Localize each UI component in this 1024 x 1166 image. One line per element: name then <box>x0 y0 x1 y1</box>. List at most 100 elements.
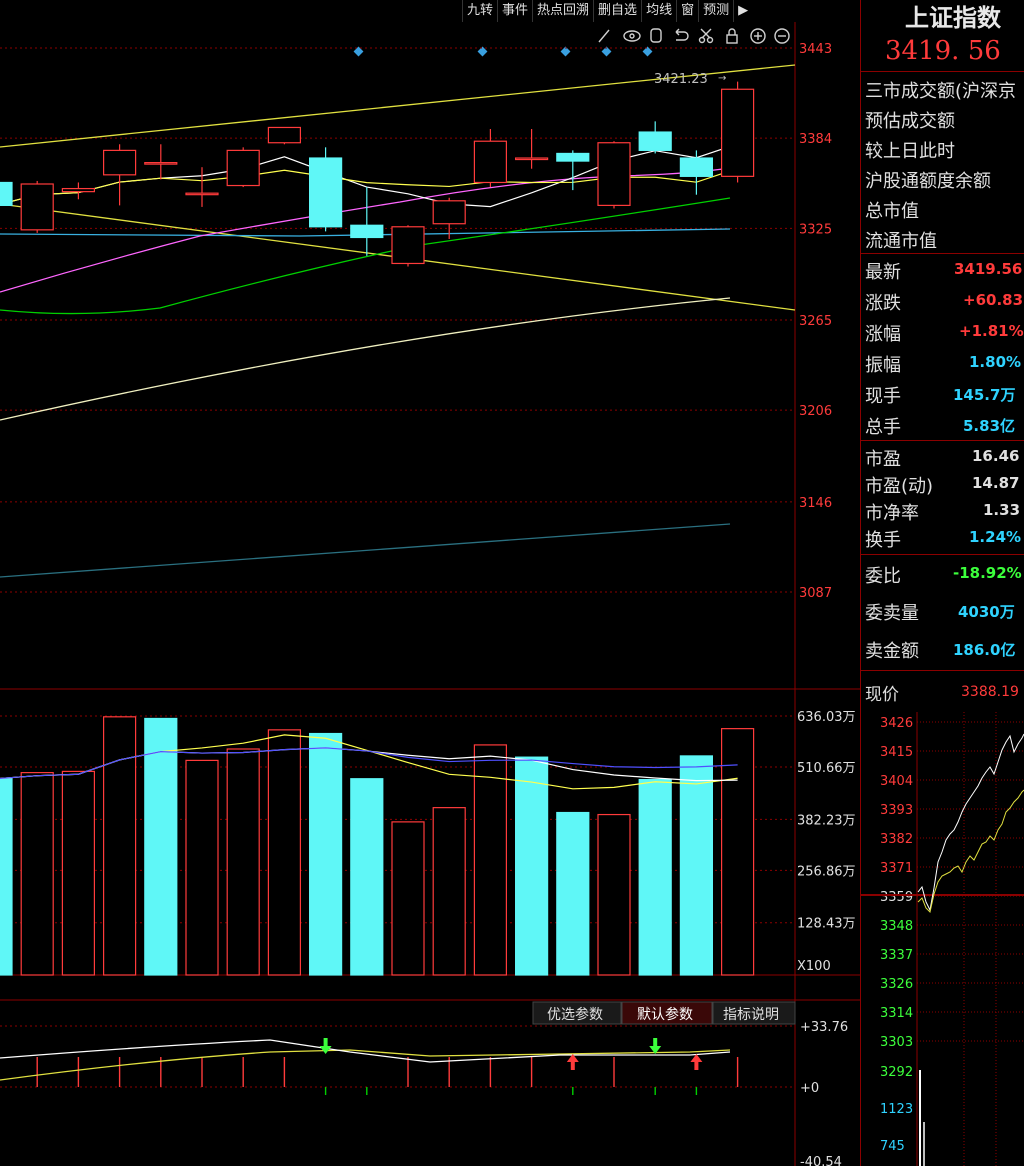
quote-change-pct: +1.81% <box>959 322 1024 340</box>
sell-signal-icon <box>319 1038 332 1054</box>
mini-tick-label: 3415 <box>880 745 913 760</box>
mini-tick-label: 3303 <box>880 1035 913 1050</box>
candle-body[interactable] <box>185 192 219 196</box>
info-label: 总市值 <box>865 201 919 222</box>
indicator-bars <box>36 1057 739 1095</box>
price-tick-label: 3384 <box>799 132 832 147</box>
current-price-label: 现价 <box>865 685 899 705</box>
quote-label: 卖金额 <box>865 641 919 662</box>
quote-label: 换手 <box>865 530 901 551</box>
price-tick-label: 3087 <box>799 586 832 601</box>
baseline-trend <box>0 523 731 578</box>
eye-icon[interactable] <box>623 30 641 42</box>
candle-body[interactable] <box>679 157 714 177</box>
current-price-value: 3388.19 <box>961 684 1019 700</box>
volume-bar[interactable] <box>309 732 343 976</box>
volume-bar[interactable] <box>226 748 260 976</box>
mini-tick-label: 3359 <box>880 890 913 905</box>
volume-bars <box>0 716 755 976</box>
volume-bar[interactable] <box>20 772 54 976</box>
volume-bar[interactable] <box>556 811 590 976</box>
volume-axis-labels: 636.03万 510.66万 382.23万 256.86万 128.43万 <box>797 710 856 932</box>
undo-icon[interactable] <box>675 28 689 41</box>
quote-turnover: 1.24% <box>969 528 1022 546</box>
candle-body[interactable] <box>432 200 466 225</box>
volume-tick-label: 256.86万 <box>797 864 856 879</box>
scissors-icon[interactable] <box>698 28 714 44</box>
volume-bar[interactable] <box>350 778 384 976</box>
volume-bar[interactable] <box>267 729 301 976</box>
volume-bar[interactable] <box>144 717 178 976</box>
candle-body[interactable] <box>514 157 549 161</box>
quote-label: 委卖量 <box>865 603 919 624</box>
mini-volume-label: 745 <box>880 1139 905 1154</box>
candle-body[interactable] <box>226 149 260 187</box>
volume-bar[interactable] <box>638 778 672 976</box>
volume-bar[interactable] <box>0 778 13 976</box>
candle-body[interactable] <box>391 226 425 265</box>
volume-bar[interactable] <box>102 716 137 976</box>
sell-signal-icon <box>649 1038 662 1054</box>
candle-body[interactable] <box>597 142 631 206</box>
quote-label: 涨幅 <box>865 324 901 345</box>
volume-bar[interactable] <box>473 744 507 976</box>
candle-body[interactable] <box>638 131 672 151</box>
candle-body[interactable] <box>144 162 178 165</box>
candle-body[interactable] <box>20 183 54 231</box>
volume-bar[interactable] <box>679 755 714 976</box>
volume-bar[interactable] <box>514 756 549 976</box>
peak-label: 3421.23 <box>654 72 708 87</box>
volume-bar[interactable] <box>432 807 466 976</box>
volume-bar[interactable] <box>597 813 631 976</box>
info-label: 流通市值 <box>865 231 937 252</box>
mini-tick-label: 3348 <box>880 919 913 934</box>
candle-body[interactable] <box>350 224 384 239</box>
info-label: 沪股通额度余额 <box>865 171 991 192</box>
volume-bar[interactable] <box>61 770 96 976</box>
buy-signal-icon <box>690 1054 703 1070</box>
mini-tick-label: 3404 <box>880 774 913 789</box>
mini-volume-label: 3292 <box>880 1065 913 1080</box>
indicator-help-button[interactable]: 指标说明 <box>723 1007 779 1023</box>
candle-body[interactable] <box>61 187 96 193</box>
peak-arrow-icon: → <box>718 73 726 84</box>
index-title: 上证指数 <box>905 3 1001 32</box>
info-label: 三市成交额(沪深京 <box>865 81 1017 102</box>
indicator-buttons: 优选参数 默认参数 指标说明 <box>532 1001 796 1025</box>
candle-body[interactable] <box>556 152 590 162</box>
candle-body[interactable] <box>102 149 137 176</box>
intraday-mini-chart: 3426 3415 3404 3393 3382 3371 3359 3348 3337 3326… <box>860 712 1024 1166</box>
quote-sell-volume: 4030万 <box>958 603 1015 621</box>
quote-label: 委比 <box>865 566 901 587</box>
price-tick-label: 3206 <box>799 404 832 419</box>
candle-body[interactable] <box>0 181 13 206</box>
price-axis-labels: 3443 3384 3325 3265 3206 3146 3087 <box>799 42 832 601</box>
optimal-params-button[interactable]: 优选参数 <box>547 1006 603 1023</box>
index-price: 3419. 56 <box>885 36 1001 66</box>
price-gridlines <box>0 47 795 593</box>
zoom-out-icon[interactable] <box>774 28 790 44</box>
quote-pe: 16.46 <box>972 447 1020 465</box>
candle-body[interactable] <box>309 157 343 228</box>
lock-icon[interactable] <box>726 28 738 44</box>
quote-total-hand: 5.83亿 <box>963 417 1016 435</box>
quote-label: 振幅 <box>865 355 901 376</box>
default-params-button[interactable]: 默认参数 <box>637 1006 693 1023</box>
mini-tick-label: 3393 <box>880 803 913 818</box>
pencil-icon[interactable] <box>598 29 610 43</box>
quote-pe-dynamic: 14.87 <box>972 474 1020 492</box>
hand-icon[interactable] <box>650 28 662 43</box>
volume-tick-label: 510.66万 <box>797 761 856 776</box>
candle-body[interactable] <box>267 126 301 144</box>
info-label: 较上日此时 <box>865 141 955 162</box>
candle-body[interactable] <box>720 88 755 177</box>
price-tick-label: 3325 <box>799 222 832 237</box>
zoom-in-icon[interactable] <box>750 28 766 44</box>
quote-label: 涨跌 <box>865 293 901 314</box>
volume-bar[interactable] <box>391 821 425 976</box>
price-tick-label: 3146 <box>799 496 832 511</box>
quote-label: 总手 <box>865 417 901 438</box>
candle-body[interactable] <box>473 140 507 184</box>
volume-bar[interactable] <box>185 759 219 976</box>
mini-tick-label: 3371 <box>880 861 913 876</box>
